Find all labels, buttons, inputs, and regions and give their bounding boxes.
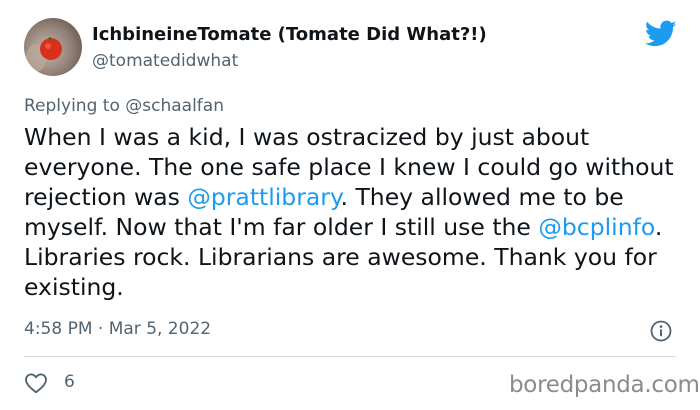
mention-link-bcplinfo[interactable]: @bcplinfo <box>538 213 654 241</box>
replying-to-mention[interactable]: @schaalfan <box>125 96 224 116</box>
heart-icon[interactable] <box>24 372 48 394</box>
mention-link-prattlibrary[interactable]: @prattlibrary <box>187 183 340 211</box>
tomato-avatar-image <box>26 37 62 72</box>
tweet-text: When I was a kid, I was ostracized by ju… <box>24 122 689 302</box>
info-icon[interactable] <box>650 320 672 342</box>
tweet-timestamp[interactable]: 4:58 PM · Mar 5, 2022 <box>24 319 211 339</box>
divider <box>24 356 676 357</box>
author-display-name[interactable]: IchbineineTomate (Tomate Did What?!) <box>92 24 487 45</box>
replying-to-label: Replying to <box>24 96 126 116</box>
author-handle[interactable]: @tomatedidwhat <box>92 51 238 71</box>
tweet-card: IchbineineTomate (Tomate Did What?!) @to… <box>0 0 700 410</box>
avatar[interactable] <box>24 18 82 76</box>
boredpanda-watermark: boredpanda.com <box>509 372 700 398</box>
like-count: 6 <box>64 372 75 392</box>
twitter-bird-icon[interactable] <box>645 20 677 48</box>
replying-to-line: Replying to @schaalfan <box>24 96 224 116</box>
